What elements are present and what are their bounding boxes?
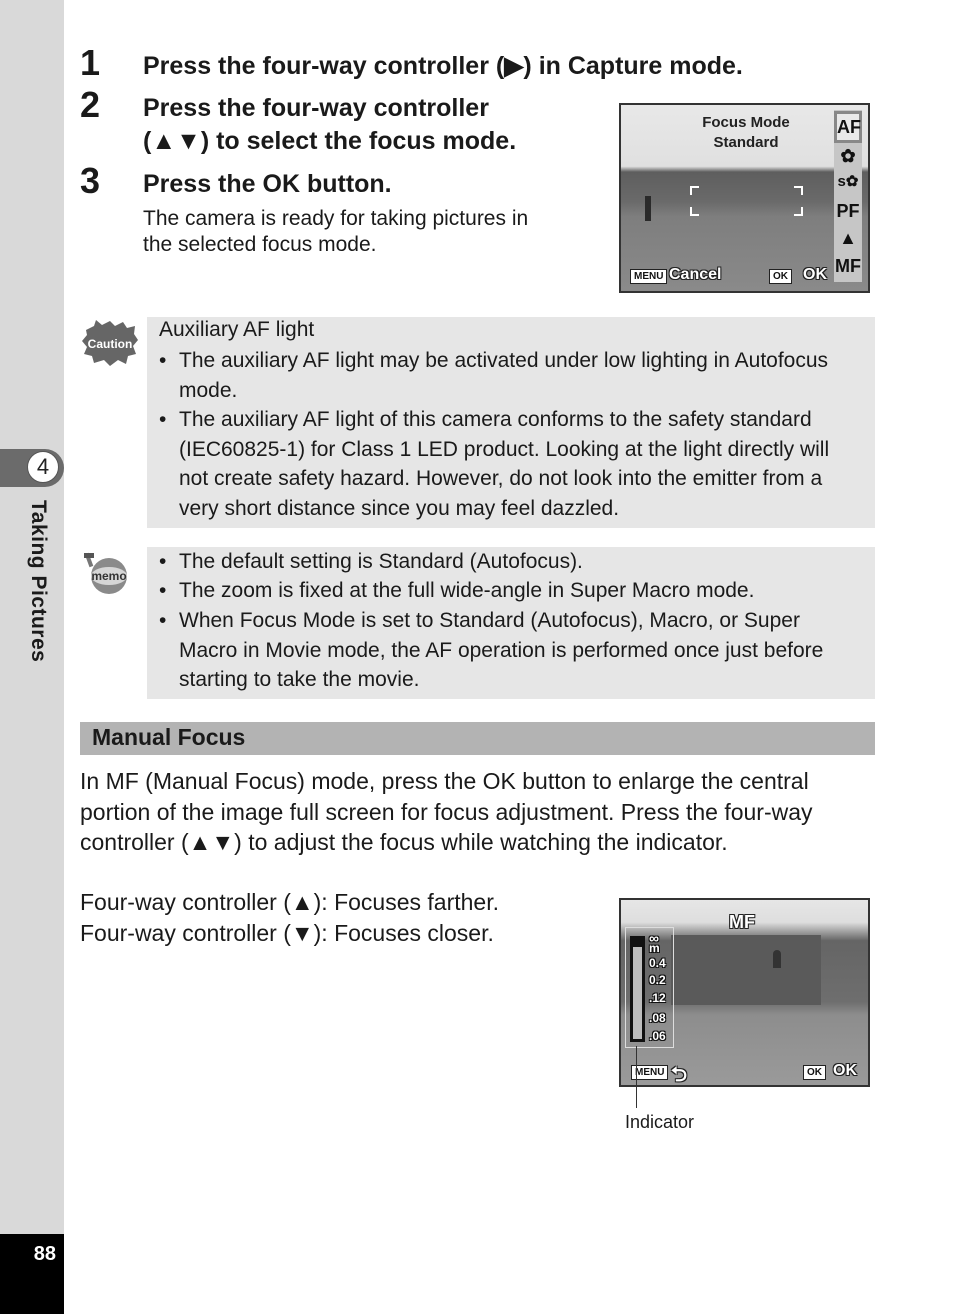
bullet-dot: •	[159, 609, 167, 632]
bullet-line: (IEC60825-1) for Class 1 LED product. Lo…	[179, 437, 830, 461]
bullet-dot: •	[159, 579, 167, 602]
ok-button[interactable]: OK	[803, 1065, 826, 1080]
focus-bracket-tr	[794, 186, 803, 195]
bullet-line: When Focus Mode is set to Standard (Auto…	[179, 609, 800, 632]
paragraph-line: controller (▲▼) to adjust the focus whil…	[80, 829, 728, 855]
focus-mode-title-line1: Focus Mode	[702, 114, 790, 131]
focus-bracket-br	[794, 207, 803, 216]
scale-label: .12	[649, 991, 666, 1005]
bullet-dot: •	[159, 349, 167, 372]
bullet-line: The default setting is Standard (Autofoc…	[179, 550, 583, 573]
step-2-number: 2	[80, 84, 101, 125]
scale-label: .08	[649, 1011, 666, 1025]
caution-bullet: • The auxiliary AF light of this camera …	[159, 405, 869, 523]
step-1-text: Press the four-way controller (▶) in Cap…	[143, 52, 743, 80]
section-title: Manual Focus	[92, 724, 246, 750]
control-up-description: Four-way controller (▲): Focuses farther…	[80, 889, 499, 915]
building-door	[773, 950, 781, 968]
caution-icon-text: Caution	[88, 337, 133, 351]
memo-bullet: • When Focus Mode is set to Standard (Au…	[159, 606, 869, 695]
bullet-line: The auxiliary AF light of this camera co…	[179, 408, 812, 431]
focus-indicator-level	[633, 939, 642, 947]
paragraph-line: In MF (Manual Focus) mode, press the OK …	[80, 768, 809, 794]
indicator-callout-label: Indicator	[625, 1112, 695, 1132]
manual-focus-screen: MF ∞ m 0.4 0.2 .12 .08 .06 MENU ⮌ OK OK	[619, 898, 870, 1087]
scale-label: 0.4	[649, 956, 666, 970]
bullet-line: very short distance since you may feel d…	[179, 496, 620, 520]
focus-mode-screen: Focus Mode Standard AF ✿ s✿ PF ▲ MF MENU…	[619, 103, 870, 293]
cancel-label: Cancel	[669, 266, 722, 283]
step-3-number: 3	[80, 160, 101, 201]
bullet-line: mode.	[179, 378, 238, 402]
page-number: 88	[33, 1243, 56, 1265]
pan-focus-icon[interactable]: PF	[834, 199, 862, 223]
focus-bracket-tl	[690, 186, 699, 195]
menu-button[interactable]: MENU	[630, 269, 668, 284]
step-3-desc-line1: The camera is ready for taking pictures …	[143, 207, 529, 230]
step-3-desc-line2: the selected focus mode.	[143, 233, 377, 256]
manual-focus-paragraph: In MF (Manual Focus) mode, press the OK …	[80, 766, 880, 858]
manual-focus-icon[interactable]: MF	[834, 254, 862, 278]
scale-unit: m	[649, 941, 660, 955]
infinity-landscape-mountain-icon[interactable]: ▲	[834, 226, 862, 250]
step-3-text: Press the OK button.	[143, 170, 392, 198]
memo-bullet: • The default setting is Standard (Autof…	[159, 547, 869, 577]
step-2-text-line1: Press the four-way controller	[143, 94, 489, 122]
bullet-dot: •	[159, 408, 167, 431]
paragraph-line: portion of the image full screen for foc…	[80, 798, 813, 825]
indicator-callout-line	[636, 1046, 637, 1108]
ok-button[interactable]: OK	[769, 269, 792, 284]
scale-label: 0.2	[649, 973, 666, 987]
autofocus-icon[interactable]: AF	[834, 111, 862, 143]
chapter-title: Taking Pictures	[27, 500, 50, 663]
step-3-description: The camera is ready for taking pictures …	[143, 206, 603, 258]
bullet-line: Macro in Movie mode, the AF operation is…	[179, 638, 824, 662]
mf-mode-label: MF	[729, 912, 755, 932]
ok-label: OK	[803, 266, 827, 283]
focus-mode-title-line2: Standard	[713, 134, 779, 151]
focus-bracket-bl	[690, 207, 699, 216]
macro-flower-icon[interactable]: ✿	[834, 145, 862, 167]
bullet-line: starting to take the movie.	[179, 668, 420, 691]
focus-indicator-bar	[630, 936, 645, 1042]
caution-bullet: • The auxiliary AF light may be activate…	[159, 346, 869, 405]
caution-title: Auxiliary AF light	[159, 318, 315, 341]
ok-label: OK	[833, 1062, 857, 1079]
memo-bullet: • The zoom is fixed at the full wide-ang…	[159, 576, 869, 606]
super-macro-icon[interactable]: s✿	[834, 171, 862, 193]
scale-label: .06	[649, 1029, 666, 1043]
focus-mode-title: Focus Mode Standard	[661, 113, 831, 153]
memo-icon: memo	[84, 552, 127, 594]
bullet-line: The auxiliary AF light may be activated …	[179, 349, 829, 372]
back-arrow-icon[interactable]: ⮌	[671, 1060, 687, 1085]
step-2-text-line2: (▲▼) to select the focus mode.	[143, 127, 517, 155]
step-1-number: 1	[80, 42, 101, 83]
chapter-number: 4	[27, 451, 59, 483]
person-figure	[645, 196, 651, 221]
bullet-line: The zoom is fixed at the full wide-angle…	[179, 579, 755, 602]
building-shape	[671, 935, 821, 1005]
memo-icon-text: memo	[91, 569, 126, 583]
caution-icon: Caution	[82, 320, 138, 366]
control-down-description: Four-way controller (▼): Focuses closer.	[80, 920, 494, 946]
bullet-line: not create safety hazard. However, do no…	[179, 467, 823, 490]
bullet-dot: •	[159, 550, 167, 573]
